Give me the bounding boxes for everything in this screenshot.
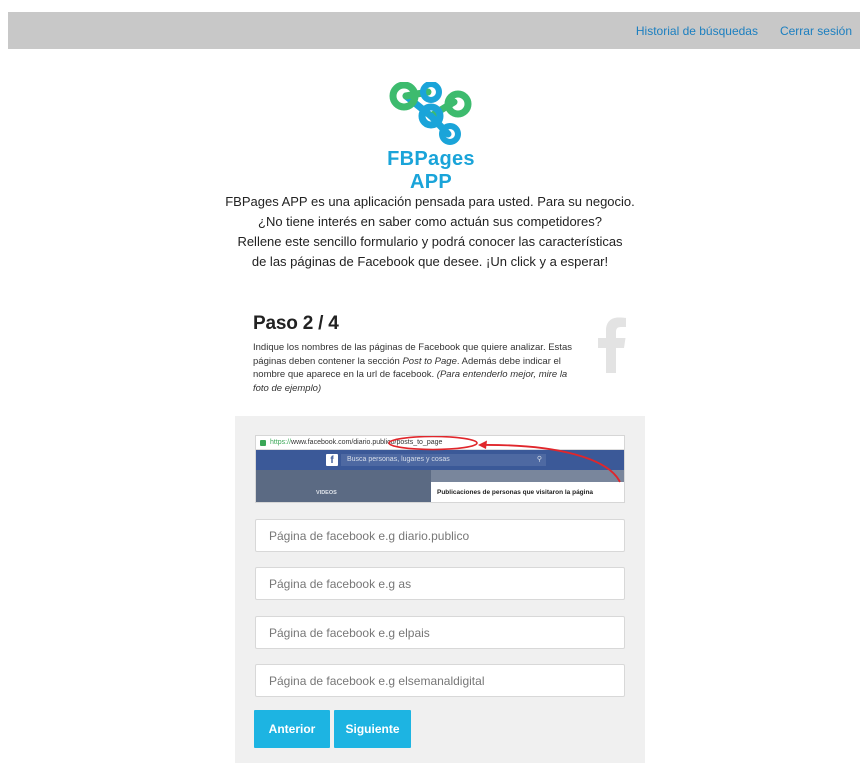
top-nav: Historial de búsquedas Cerrar sesión [636, 12, 852, 49]
logout-link[interactable]: Cerrar sesión [780, 24, 852, 38]
next-button[interactable]: Siguiente [334, 710, 411, 748]
facebook-page-input-3[interactable] [255, 616, 625, 649]
facebook-page-input-4[interactable] [255, 664, 625, 697]
top-bar: Historial de búsquedas Cerrar sesión [8, 12, 860, 49]
intro-line: ¿No tiene interés en saber como actuán s… [258, 214, 602, 229]
example-screenshot: https://www.facebook.com/diario.publico/… [255, 435, 625, 503]
annotation-arrow-icon [388, 436, 621, 483]
fbpages-logo-icon [389, 82, 472, 145]
facebook-page-input-1[interactable] [255, 519, 625, 552]
app-logo: FBPages APP [366, 82, 496, 193]
search-history-link[interactable]: Historial de búsquedas [636, 24, 758, 38]
step-description: Indique los nombres de las páginas de Fa… [253, 341, 578, 395]
intro-line: de las páginas de Facebook que desee. ¡U… [251, 254, 609, 269]
previous-button[interactable]: Anterior [254, 710, 330, 748]
form-panel: https://www.facebook.com/diario.publico/… [235, 416, 645, 763]
step-header: Paso 2 / 4 Indique los nombres de las pá… [253, 313, 633, 405]
facebook-page-input-2[interactable] [255, 567, 625, 600]
logo-text: FBPages APP [387, 148, 475, 193]
step-title: Paso 2 / 4 [253, 313, 339, 334]
intro-line: Rellene este sencillo formulario y podrá… [237, 234, 623, 249]
desc-emphasis: Post to Page [402, 355, 457, 367]
facebook-f-icon [598, 317, 626, 373]
intro-text: FBPages APP es una aplicación pensada pa… [196, 192, 664, 272]
intro-line: FBPages APP es una aplicación pensada pa… [225, 194, 635, 209]
